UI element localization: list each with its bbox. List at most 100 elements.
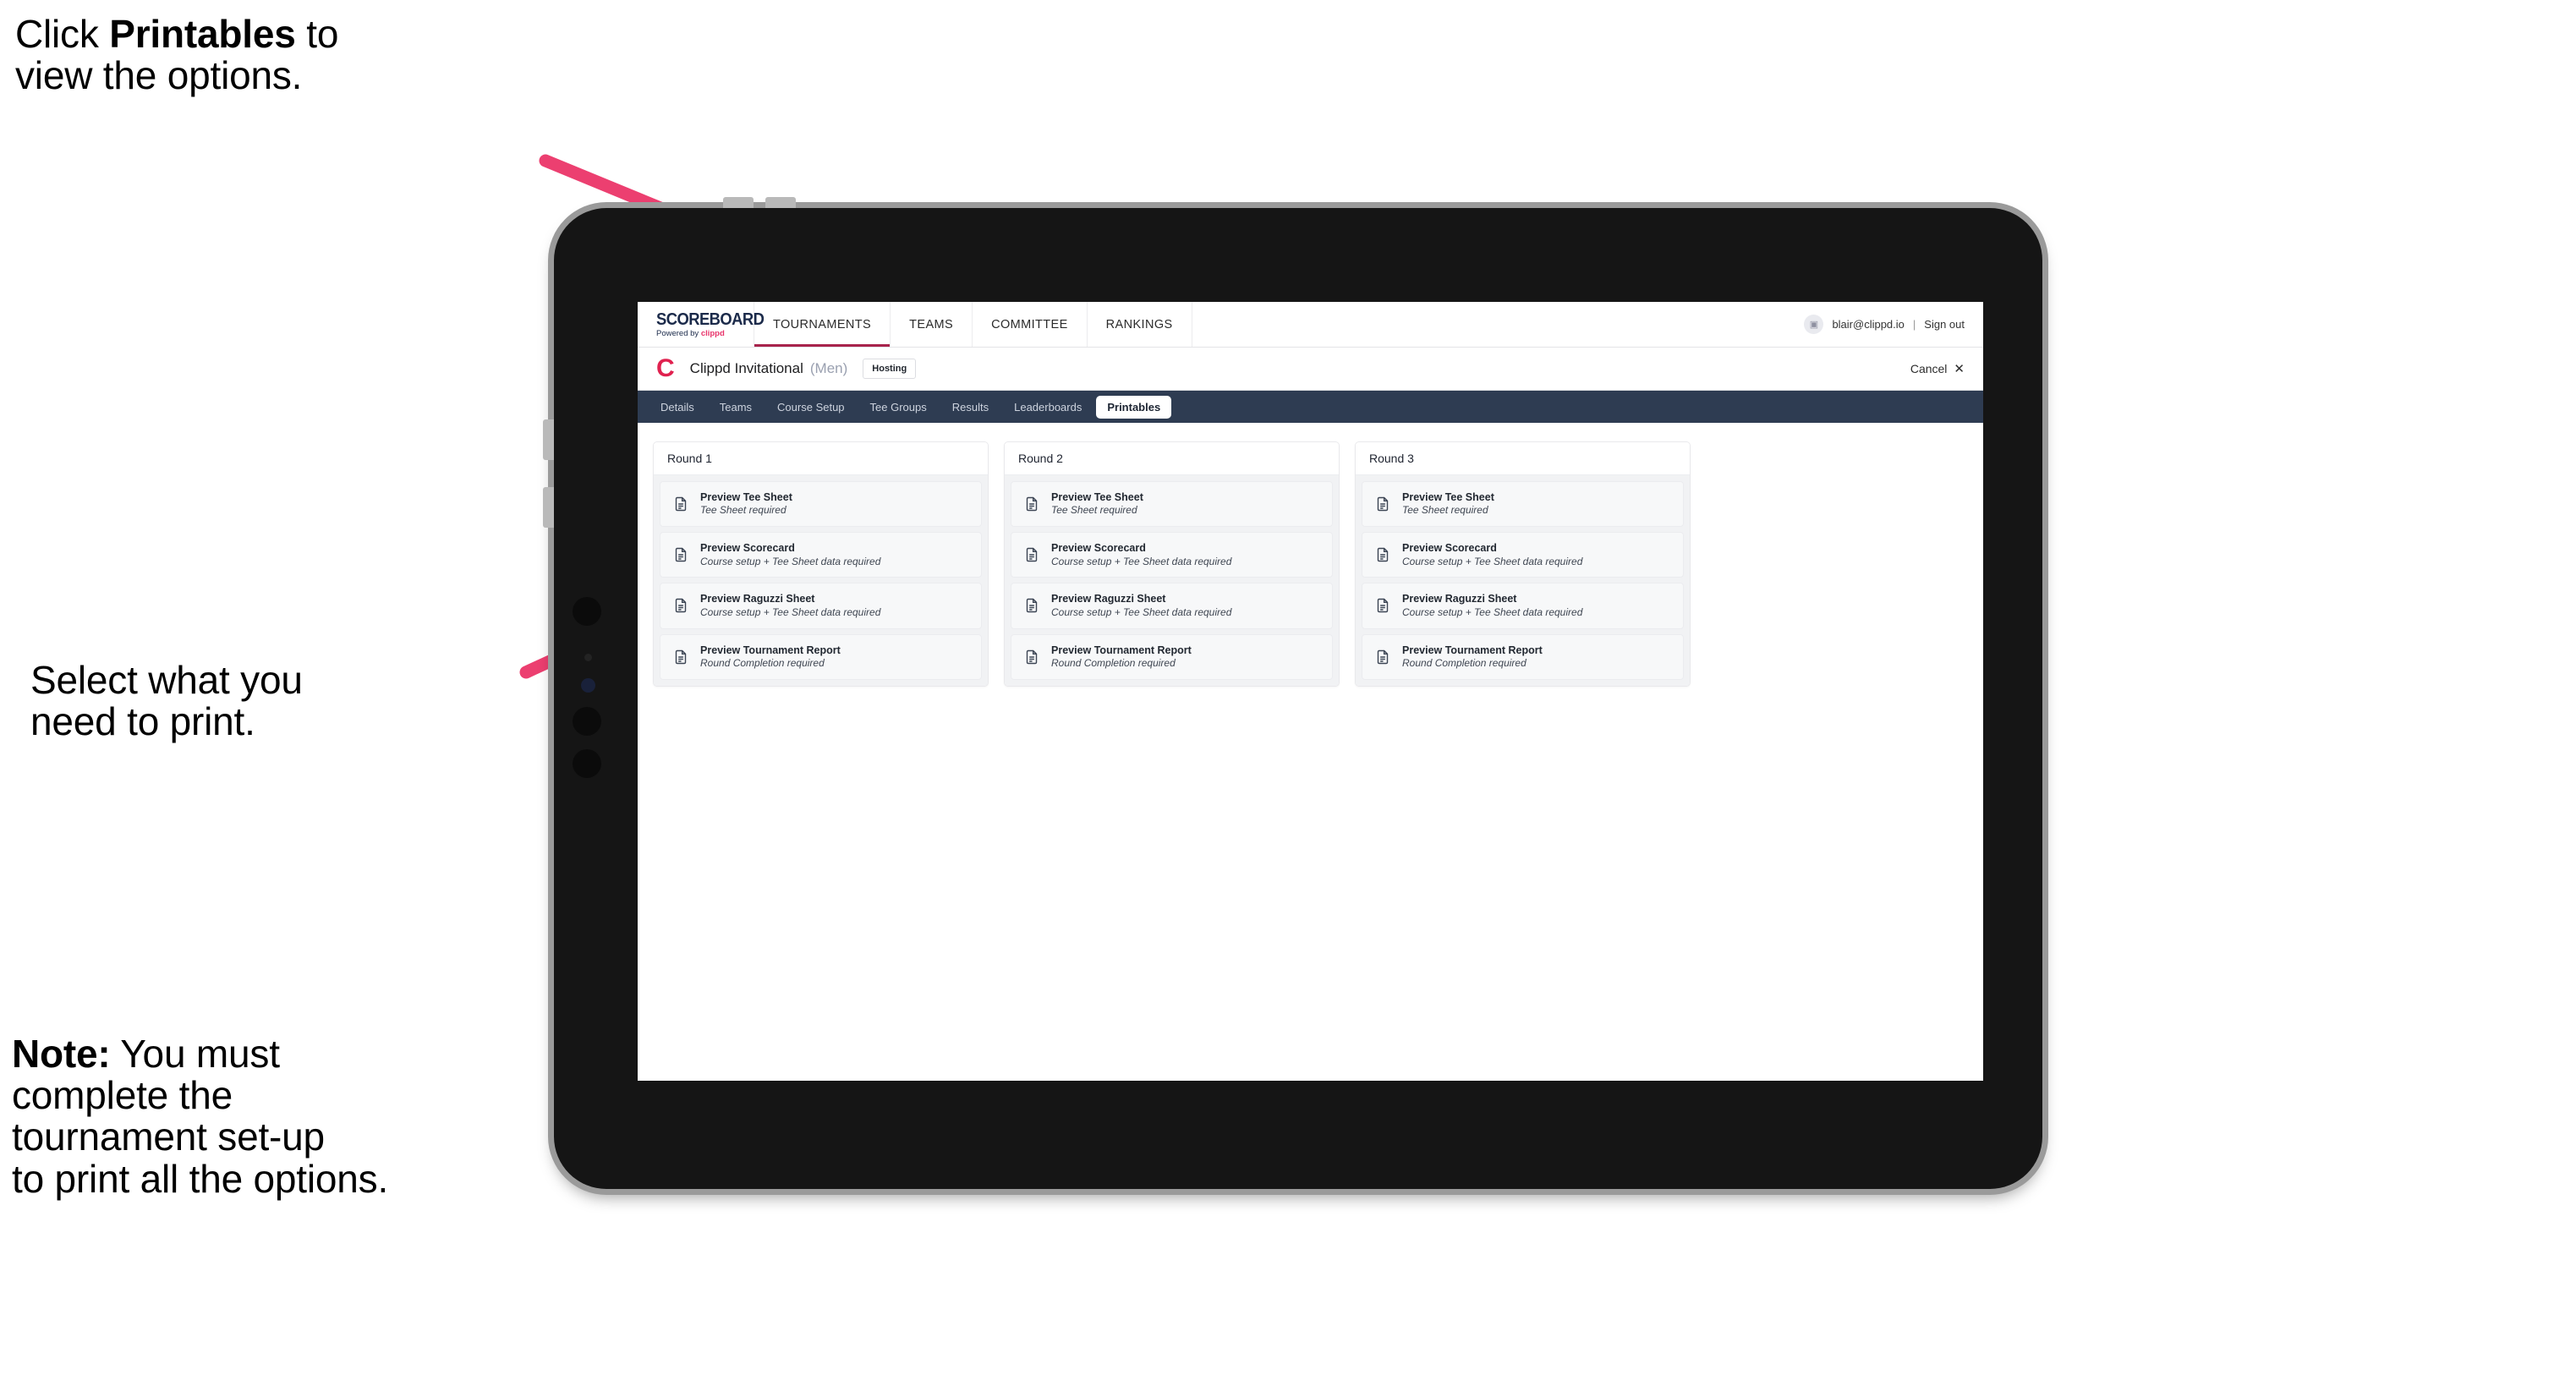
tab-label: Course Setup: [777, 400, 845, 414]
tab-details[interactable]: Details: [649, 396, 705, 419]
printable-preview-raguzzi-sheet[interactable]: Preview Raguzzi Sheet Course setup + Tee…: [1011, 583, 1333, 629]
tournament-tab-bar: Details Teams Course Setup Tee Groups Re…: [638, 391, 1983, 423]
printable-preview-scorecard[interactable]: Preview Scorecard Course setup + Tee She…: [660, 532, 982, 578]
tab-label: Teams: [719, 400, 753, 414]
tab-printables[interactable]: Printables: [1096, 395, 1172, 419]
document-icon: [675, 496, 687, 512]
printable-title: Preview Tee Sheet: [700, 491, 792, 503]
printable-title: Preview Tournament Report: [1402, 644, 1543, 656]
side-button[interactable]: [543, 487, 554, 528]
separator: |: [1912, 318, 1916, 331]
printable-preview-tournament-report[interactable]: Preview Tournament Report Round Completi…: [1362, 633, 1684, 680]
printable-text: Preview Raguzzi Sheet Course setup + Tee…: [1402, 593, 1582, 618]
round-column: Round 2 Preview Tee Sheet Tee Sheet requ…: [1004, 441, 1340, 687]
sign-out-link[interactable]: Sign out: [1924, 318, 1965, 331]
tab-teams[interactable]: Teams: [709, 396, 763, 419]
topnav-item-rankings[interactable]: RANKINGS: [1088, 302, 1192, 347]
logo-wordmark: SCOREBOARD: [656, 310, 765, 329]
printables-content: Round 1 Preview Tee Sheet Tee Sheet requ…: [638, 423, 1983, 705]
printable-preview-tee-sheet[interactable]: Preview Tee Sheet Tee Sheet required: [1011, 481, 1333, 528]
microphone-icon: [584, 654, 592, 661]
topnav-label: TOURNAMENTS: [773, 317, 872, 331]
callout-select-what-to-print: Select what you need to print.: [30, 658, 303, 744]
printable-preview-scorecard[interactable]: Preview Scorecard Course setup + Tee She…: [1362, 532, 1684, 578]
account-area: ▣ blair@clippd.io | Sign out: [1804, 302, 1983, 347]
printable-requirement: Course setup + Tee Sheet data required: [1051, 555, 1232, 567]
printable-text: Preview Tournament Report Round Completi…: [700, 644, 841, 670]
printable-requirement: Course setup + Tee Sheet data required: [1402, 555, 1583, 567]
printable-requirement: Course setup + Tee Sheet data required: [1051, 605, 1232, 618]
printable-preview-tournament-report[interactable]: Preview Tournament Report Round Completi…: [1011, 633, 1333, 680]
document-icon: [675, 599, 687, 613]
printable-text: Preview Tee Sheet Tee Sheet required: [1402, 491, 1494, 517]
camera-lens-icon: [573, 707, 601, 736]
topnav-item-teams[interactable]: TEAMS: [891, 302, 973, 347]
printable-preview-raguzzi-sheet[interactable]: Preview Raguzzi Sheet Course setup + Tee…: [1362, 583, 1684, 629]
callout-prefix: Click: [15, 12, 110, 56]
scoreboard-logo[interactable]: SCOREBOARD Powered by clippd: [638, 302, 765, 347]
printable-title: Preview Raguzzi Sheet: [1051, 593, 1166, 605]
app-screen: SCOREBOARD Powered by clippd TOURNAMENTS…: [638, 302, 1983, 1081]
round-items: Preview Tee Sheet Tee Sheet required Pre…: [654, 475, 988, 686]
printable-preview-tournament-report[interactable]: Preview Tournament Report Round Completi…: [660, 633, 982, 680]
printable-title: Preview Tournament Report: [700, 644, 841, 656]
avatar[interactable]: ▣: [1804, 315, 1824, 334]
printable-title: Preview Tournament Report: [1051, 644, 1192, 656]
printable-preview-tee-sheet[interactable]: Preview Tee Sheet Tee Sheet required: [660, 481, 982, 528]
printable-requirement: Round Completion required: [1402, 656, 1526, 669]
printable-requirement: Course setup + Tee Sheet data required: [700, 555, 881, 567]
close-icon: ✕: [1954, 362, 1965, 376]
tournament-gender: (Men): [809, 360, 848, 376]
topnav-label: RANKINGS: [1105, 317, 1173, 331]
callout-note-bold: Note:: [12, 1032, 111, 1076]
round-title: Round 1: [654, 442, 988, 475]
topnav-label: TEAMS: [909, 317, 954, 331]
printable-requirement: Round Completion required: [700, 656, 825, 669]
tablet-device: SCOREBOARD Powered by clippd TOURNAMENTS…: [543, 197, 2042, 1189]
tab-results[interactable]: Results: [941, 396, 1000, 419]
document-icon: [1377, 496, 1389, 512]
cancel-label: Cancel: [1910, 362, 1948, 375]
printable-text: Preview Raguzzi Sheet Course setup + Tee…: [1051, 593, 1231, 618]
volume-down-button[interactable]: [765, 197, 796, 208]
printable-preview-scorecard[interactable]: Preview Scorecard Course setup + Tee She…: [1011, 532, 1333, 578]
document-icon: [1377, 548, 1389, 562]
round-column: Round 3 Preview Tee Sheet Tee Sheet requ…: [1355, 441, 1691, 687]
sensor-icon: [581, 678, 595, 693]
callout-click-printables: Click Printables to view the options.: [15, 12, 556, 96]
printable-title: Preview Raguzzi Sheet: [700, 593, 815, 605]
topnav-item-tournaments[interactable]: TOURNAMENTS: [754, 302, 891, 347]
round-items: Preview Tee Sheet Tee Sheet required Pre…: [1356, 475, 1690, 686]
power-button[interactable]: [543, 419, 554, 460]
tab-label: Printables: [1107, 400, 1161, 414]
printable-requirement: Tee Sheet required: [1051, 504, 1137, 517]
cancel-button[interactable]: Cancel ✕: [1910, 361, 1965, 376]
printable-title: Preview Tee Sheet: [1051, 491, 1143, 503]
clippd-logo-icon: C: [656, 354, 675, 382]
printable-text: Preview Tournament Report Round Completi…: [1051, 644, 1192, 670]
document-icon: [1377, 599, 1389, 613]
round-title: Round 3: [1356, 442, 1690, 475]
printable-text: Preview Scorecard Course setup + Tee She…: [1051, 542, 1231, 567]
topnav-item-committee[interactable]: COMMITTEE: [973, 302, 1088, 347]
tab-tee-groups[interactable]: Tee Groups: [859, 396, 938, 419]
printable-text: Preview Tournament Report Round Completi…: [1402, 644, 1543, 670]
tab-leaderboards[interactable]: Leaderboards: [1003, 396, 1093, 419]
printable-preview-tee-sheet[interactable]: Preview Tee Sheet Tee Sheet required: [1362, 481, 1684, 528]
printable-title: Preview Tee Sheet: [1402, 491, 1494, 503]
round-title: Round 2: [1005, 442, 1339, 475]
printable-title: Preview Scorecard: [700, 542, 795, 555]
printable-text: Preview Tee Sheet Tee Sheet required: [700, 491, 792, 517]
tab-label: Tee Groups: [869, 400, 927, 414]
tab-course-setup[interactable]: Course Setup: [766, 396, 856, 419]
user-email: blair@clippd.io: [1832, 318, 1905, 331]
tab-label: Results: [951, 400, 989, 414]
printable-text: Preview Tee Sheet Tee Sheet required: [1051, 491, 1143, 517]
printable-requirement: Tee Sheet required: [1402, 504, 1488, 517]
printable-preview-raguzzi-sheet[interactable]: Preview Raguzzi Sheet Course setup + Tee…: [660, 583, 982, 629]
volume-up-button[interactable]: [723, 197, 754, 208]
tab-label: Details: [660, 400, 694, 414]
printable-requirement: Round Completion required: [1051, 656, 1176, 669]
tournament-header-bar: C Clippd Invitational (Men) Hosting Canc…: [638, 348, 1983, 391]
document-icon: [1026, 496, 1038, 512]
